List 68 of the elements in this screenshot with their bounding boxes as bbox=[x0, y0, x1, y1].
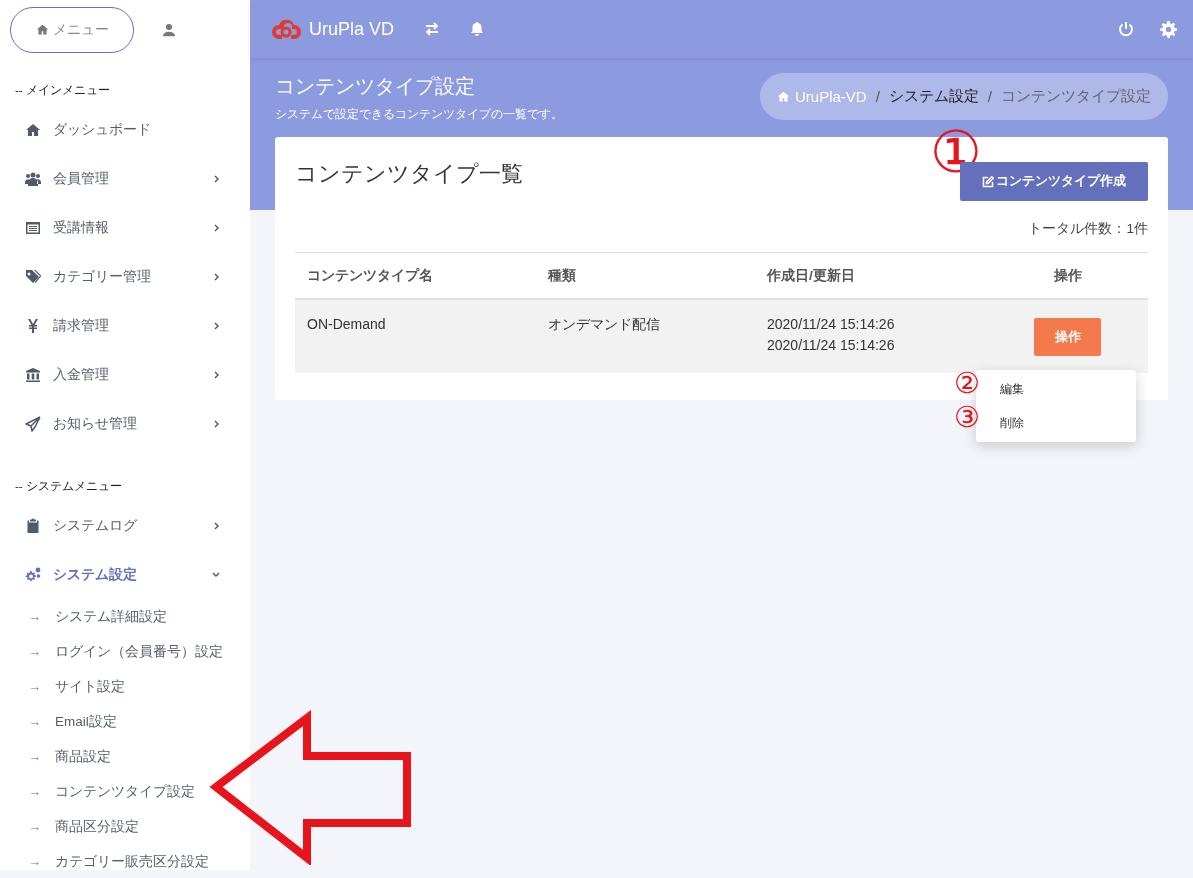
sidebar-item[interactable]: 請求管理 bbox=[0, 301, 250, 350]
column-header: コンテンツタイプ名 bbox=[306, 266, 434, 285]
settings-icon[interactable] bbox=[1160, 20, 1177, 38]
submenu-item[interactable]: コンテンツタイプ設定 bbox=[55, 782, 195, 801]
cloud-logo-icon bbox=[271, 17, 301, 41]
submenu-item[interactable]: Email設定 bbox=[55, 712, 117, 731]
column-header: 種類 bbox=[548, 266, 577, 285]
users-icon bbox=[25, 170, 41, 187]
submenu-item[interactable]: カテゴリー販売区分設定 bbox=[55, 852, 209, 871]
bank-icon bbox=[25, 366, 41, 383]
table-cell-text: ON-Demand bbox=[306, 315, 387, 334]
power-icon[interactable] bbox=[1118, 21, 1134, 37]
menu-item[interactable]: 編集 bbox=[1000, 380, 1024, 398]
section-heading: -- メインメニュー bbox=[14, 83, 111, 98]
sidebar-item[interactable]: お知らせ管理 bbox=[0, 399, 250, 448]
sidebar-item[interactable]: システム設定 bbox=[0, 550, 250, 599]
arrow-glyph: → bbox=[28, 644, 42, 659]
breadcrumb-separator: / bbox=[875, 88, 880, 105]
app-title: UruPla VD bbox=[309, 18, 395, 40]
home-icon bbox=[25, 121, 41, 138]
breadcrumb-item[interactable]: システム設定 bbox=[888, 87, 979, 106]
yen-icon bbox=[25, 317, 41, 334]
sidebar-item[interactable]: システムログ bbox=[0, 501, 250, 550]
arrow-glyph: → bbox=[28, 854, 42, 869]
menu-item[interactable]: 削除 bbox=[1000, 414, 1024, 432]
arrow-glyph: → bbox=[28, 679, 42, 694]
date-text: 2020/11/24 15:14:26 bbox=[767, 336, 896, 355]
home-icon bbox=[35, 23, 49, 36]
tag-icon bbox=[25, 268, 41, 285]
arrow-glyph: → bbox=[28, 609, 42, 624]
bell-icon[interactable] bbox=[470, 21, 485, 37]
arrow-glyph: → bbox=[28, 819, 42, 834]
sidebar-item[interactable]: 入金管理 bbox=[0, 350, 250, 399]
arrow-glyph: → bbox=[28, 784, 42, 799]
submenu-item[interactable]: 商品設定 bbox=[55, 747, 111, 766]
sidebar-item[interactable]: 会員管理 bbox=[0, 154, 250, 203]
breadcrumb-item: コンテンツタイプ設定 bbox=[1001, 87, 1151, 106]
breadcrumb-separator: / bbox=[987, 88, 992, 105]
column-header: 作成日/更新日 bbox=[767, 266, 856, 285]
sidebar-item[interactable]: カテゴリー管理 bbox=[0, 252, 250, 301]
sidebar-item[interactable]: ダッシュボード bbox=[0, 105, 250, 154]
card-title: コンテンツタイプ一覧 bbox=[295, 160, 523, 188]
total-count: トータル件数：1件 bbox=[1027, 220, 1148, 238]
sidebar-item[interactable]: 受講情報 bbox=[0, 203, 250, 252]
cogs-icon bbox=[25, 566, 41, 583]
arrow-glyph: → bbox=[28, 714, 42, 729]
create-button[interactable]: コンテンツタイプ作成 bbox=[960, 162, 1148, 201]
annotation-number: ③ bbox=[954, 403, 980, 432]
clipboard-icon bbox=[25, 517, 41, 534]
submenu-item[interactable]: サイト設定 bbox=[55, 677, 125, 696]
submenu-item[interactable]: システム詳細設定 bbox=[55, 607, 167, 626]
list-icon bbox=[25, 219, 41, 236]
home-icon bbox=[776, 90, 790, 103]
submenu-item[interactable]: ログイン（会員番号）設定 bbox=[55, 642, 223, 661]
submenu-item[interactable]: 商品区分設定 bbox=[55, 817, 139, 836]
page-subtitle: システムで設定できるコンテンツタイプの一覧です。 bbox=[275, 106, 563, 123]
table-cell-text: オンデマンド配信 bbox=[548, 315, 661, 334]
column-header: 操作 bbox=[1052, 266, 1083, 285]
menu-button[interactable]: メニュー bbox=[10, 6, 134, 53]
swap-arrows-icon[interactable] bbox=[424, 22, 441, 36]
edit-icon bbox=[982, 175, 994, 188]
send-icon bbox=[25, 415, 41, 432]
section-heading: -- システムメニュー bbox=[14, 479, 123, 494]
page-title: コンテンツタイプ設定 bbox=[275, 74, 476, 99]
user-icon[interactable] bbox=[162, 22, 176, 37]
arrow-glyph: → bbox=[28, 749, 42, 764]
annotation-number: ② bbox=[954, 369, 980, 398]
date-text: 2020/11/24 15:14:26 bbox=[767, 315, 896, 334]
